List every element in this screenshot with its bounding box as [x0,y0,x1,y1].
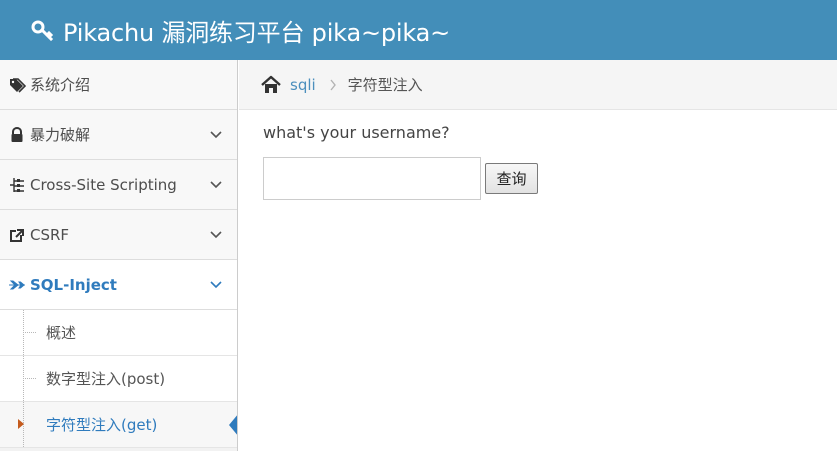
username-prompt: what's your username? [263,123,450,142]
chevron-down-icon[interactable] [209,278,223,292]
sidebar-item-csrf[interactable]: CSRF [0,210,237,260]
chevron-right-icon [328,79,338,91]
username-form: 查询 [263,157,538,200]
main-content: what's your username? 查询 [263,120,538,200]
submenu-item-label: 概述 [46,324,77,342]
lock-icon [8,126,26,144]
key-icon [31,18,55,42]
breadcrumb-current-page: 字符型注入 [347,76,423,94]
tags-icon [8,76,26,94]
sidebar: 系统介绍 暴力破解 Cross-Site Scripting CSRF SQL-… [0,60,238,451]
username-input[interactable] [263,157,481,200]
breadcrumb: sqli 字符型注入 [239,60,837,110]
chevron-down-icon[interactable] [209,128,223,142]
sidebar-item-label: 暴力破解 [30,126,91,144]
share-icon [8,226,26,244]
submenu-item-label: 数字型注入(post) [46,370,166,388]
sidebar-item-brute-force[interactable]: 暴力破解 [0,110,237,160]
home-icon[interactable] [260,74,282,96]
chevron-down-icon[interactable] [209,228,223,242]
sitemap-icon [8,176,26,194]
active-pointer-icon [229,413,237,437]
submenu-item-string-injection-get[interactable]: 字符型注入(get) [0,402,237,448]
query-button[interactable]: 查询 [485,163,538,194]
submenu-item-numeric-injection-post[interactable]: 数字型注入(post) [0,356,237,402]
sidebar-item-label: CSRF [30,225,70,244]
breadcrumb-link-sqli[interactable]: sqli [290,76,316,94]
submenu-item-label: 字符型注入(get) [46,416,158,434]
top-navbar: Pikachu 漏洞练习平台 pika~pika~ [0,0,837,60]
chevron-down-icon[interactable] [209,178,223,192]
sidebar-item-label: SQL-Inject [30,275,117,294]
platform-title[interactable]: Pikachu 漏洞练习平台 pika~pika~ [63,13,450,48]
sidebar-item-xss[interactable]: Cross-Site Scripting [0,160,237,210]
sidebar-item-sql-inject[interactable]: SQL-Inject [0,260,237,310]
plane-icon [8,276,26,294]
sidebar-item-label: 系统介绍 [30,76,91,94]
sidebar-item-system-intro[interactable]: 系统介绍 [0,60,237,110]
sidebar-item-label: Cross-Site Scripting [30,175,177,194]
caret-right-icon [18,419,24,429]
sql-inject-submenu: 概述 数字型注入(post) 字符型注入(get) [0,310,237,448]
submenu-item-overview[interactable]: 概述 [0,310,237,356]
